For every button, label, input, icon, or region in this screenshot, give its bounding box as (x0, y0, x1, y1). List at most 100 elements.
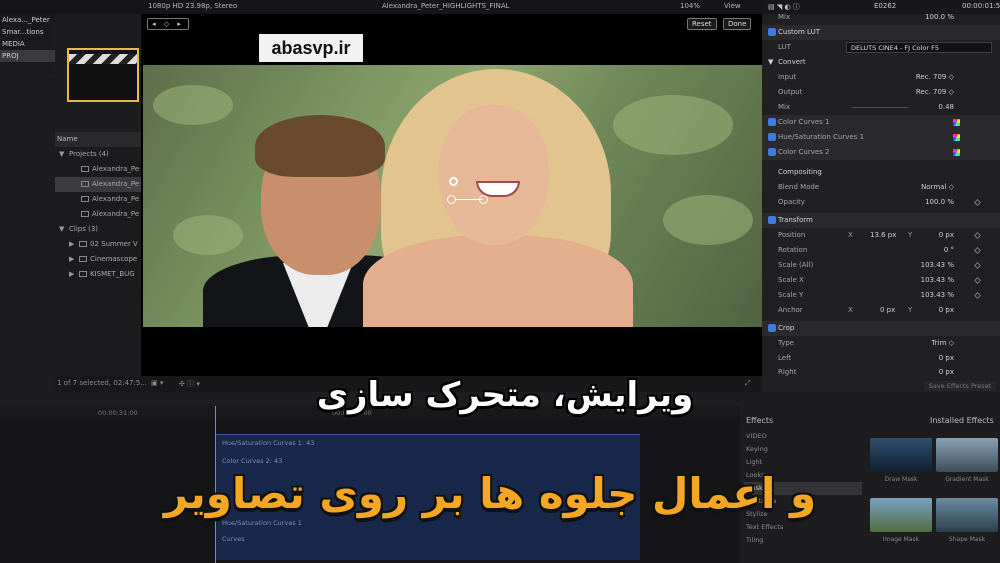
inspector: ▤ ◥ ◐ ⓘ E0262 00:00:01:5 Mix 100.0 % Cust… (762, 0, 1000, 392)
keyframe-nav-buttons[interactable]: ◂ ◇ ▸ (147, 18, 189, 30)
effect-thumbnail[interactable] (870, 438, 932, 472)
viewer[interactable]: ◂ ◇ ▸ Reset Done (141, 14, 762, 376)
bride-shoulders (363, 235, 633, 327)
disclosure-icon: ▼ (768, 58, 774, 66)
color-curves-2-checkbox[interactable] (768, 148, 776, 156)
input-row: Input Rec. 709 ◇ (762, 70, 1000, 85)
clip-icon (79, 241, 87, 247)
list-item[interactable]: ▶ Cinemascope (55, 252, 141, 267)
disclosure-icon[interactable]: ▼ (59, 147, 69, 162)
color-wheel-icon (953, 149, 960, 156)
name-column-header[interactable]: Name (55, 132, 141, 147)
anchor-handle-icon[interactable] (479, 195, 488, 204)
output-select[interactable]: Rec. 709 ◇ (916, 85, 954, 100)
opacity-row: Opacity 100.0 % (762, 195, 1000, 210)
effect-label: Gradient Mask (945, 476, 989, 483)
crop-header[interactable]: Crop (762, 321, 1000, 336)
effect-label: Draw Mask (884, 476, 918, 483)
custom-lut-checkbox[interactable] (768, 28, 776, 36)
fullscreen-icon[interactable]: ⤢ (745, 379, 751, 388)
crop-type-select[interactable]: Trim ◇ (932, 336, 955, 351)
done-button[interactable]: Done (723, 18, 752, 30)
video-frame[interactable] (143, 65, 762, 327)
crop-checkbox[interactable] (768, 324, 776, 332)
scale-x-row: Scale X 103.43 % (762, 273, 1000, 288)
select-tool-icon[interactable]: ▣ ▾ (151, 379, 163, 387)
input-select[interactable]: Rec. 709 ◇ (916, 70, 954, 85)
compositing-header[interactable]: Compositing (762, 165, 1000, 180)
scale-y-row: Scale Y 103.43 % (762, 288, 1000, 303)
color-curves-1-checkbox[interactable] (768, 118, 776, 126)
library-sidebar: Alexa..._Peter Smar...tions MEDIA PROJ (0, 14, 55, 74)
effects-category[interactable]: VIDEO (744, 430, 862, 443)
convert-row[interactable]: ▼ Convert (762, 55, 1000, 70)
list-item[interactable]: ▶ KISMET_BUG (55, 267, 141, 282)
keyframe-icon[interactable] (973, 276, 982, 285)
library-item[interactable]: Alexa..._Peter (0, 14, 55, 26)
effect-thumbnail[interactable] (936, 438, 998, 472)
keyframe-icon[interactable] (973, 198, 982, 207)
clips-group[interactable]: ▼ Clips (3) (55, 222, 141, 237)
list-item[interactable]: Alexandra_Pe (55, 207, 141, 222)
effects-category[interactable]: Keying (744, 443, 862, 456)
inspector-timecode-right: 00:00:01:5 (962, 2, 1000, 10)
disclosure-icon[interactable]: ▼ (59, 222, 69, 237)
effect-label: Image Mask (882, 536, 920, 543)
projects-count: (4) (98, 150, 109, 158)
custom-lut-header[interactable]: Custom LUT (762, 25, 1000, 40)
list-item[interactable]: ▶ 02 Summer V (55, 237, 141, 252)
color-curves-2-row[interactable]: Color Curves 2 (762, 145, 1000, 160)
foliage (173, 215, 243, 255)
output-row: Output Rec. 709 ◇ (762, 85, 1000, 100)
mix-slider[interactable] (852, 107, 908, 108)
project-icon (81, 196, 89, 202)
scale-all-row: Scale (All) 103.43 % (762, 258, 1000, 273)
foliage (663, 195, 753, 245)
reset-button[interactable]: Reset (687, 18, 717, 30)
color-curves-1-row[interactable]: Color Curves 1 (762, 115, 1000, 130)
rotation-row: Rotation 0 ° (762, 243, 1000, 258)
projects-group[interactable]: ▼ Projects (4) (55, 147, 141, 162)
blend-mode-row: Blend Mode Normal ◇ (762, 180, 1000, 195)
clip-icon (79, 271, 87, 277)
keyframe-icon[interactable] (973, 246, 982, 255)
left-row: Left 0 px (778, 354, 954, 362)
zoom-menu[interactable]: 104% (680, 2, 700, 10)
lut-select[interactable]: DELUTS CINE4 - FJ Color F5 (846, 42, 992, 53)
effect-thumbnail[interactable] (870, 498, 932, 532)
watermark-logo: abasvp.ir (259, 34, 363, 62)
blend-mode-select[interactable]: Normal ◇ (921, 180, 954, 195)
view-menu[interactable]: View (724, 2, 741, 10)
library-item[interactable]: MEDIA (0, 38, 55, 50)
hue-sat-row[interactable]: Hue/Saturation Curves 1 (762, 130, 1000, 145)
transform-handle-icon[interactable] (449, 177, 458, 186)
projects-label: Projects (69, 150, 97, 158)
keyframe-icon[interactable] (973, 261, 982, 270)
library-item-selected[interactable]: PROJ (0, 50, 55, 62)
inspector-timecode: E0262 (874, 2, 897, 10)
list-item[interactable]: Alexandra_Pe (55, 162, 141, 177)
project-icon (81, 181, 89, 187)
lut-row: LUT DELUTS CINE4 - FJ Color F5 (762, 40, 1000, 55)
effects-category[interactable]: Tiling (744, 534, 862, 547)
effect-label: Shape Mask (948, 536, 986, 543)
library-item[interactable]: Smar...tions (0, 26, 55, 38)
project-icon (81, 211, 89, 217)
transform-tool-icon[interactable]: ✣ ⓘ ▾ (179, 379, 200, 389)
transform-header[interactable]: Transform (762, 213, 1000, 228)
type-row: Type Trim ◇ (762, 336, 1000, 351)
keyframe-icon[interactable] (973, 231, 982, 240)
color-wheel-icon (953, 134, 960, 141)
browser-list: Name ▼ Projects (4) Alexandra_Pe Alexandr… (55, 132, 141, 392)
hue-sat-checkbox[interactable] (768, 133, 776, 141)
clapper-thumbnail[interactable] (67, 48, 139, 102)
list-item[interactable]: Alexandra_Pe (55, 192, 141, 207)
rotation-handle-icon[interactable] (447, 195, 456, 204)
save-effects-preset-button[interactable]: Save Effects Preset (924, 381, 996, 391)
list-item[interactable]: Alexandra_Pe (55, 177, 141, 192)
transform-checkbox[interactable] (768, 216, 776, 224)
keyframe-icon[interactable] (973, 291, 982, 300)
clips-label: Clips (69, 225, 86, 233)
effect-thumbnail[interactable] (936, 498, 998, 532)
foliage (153, 85, 233, 125)
